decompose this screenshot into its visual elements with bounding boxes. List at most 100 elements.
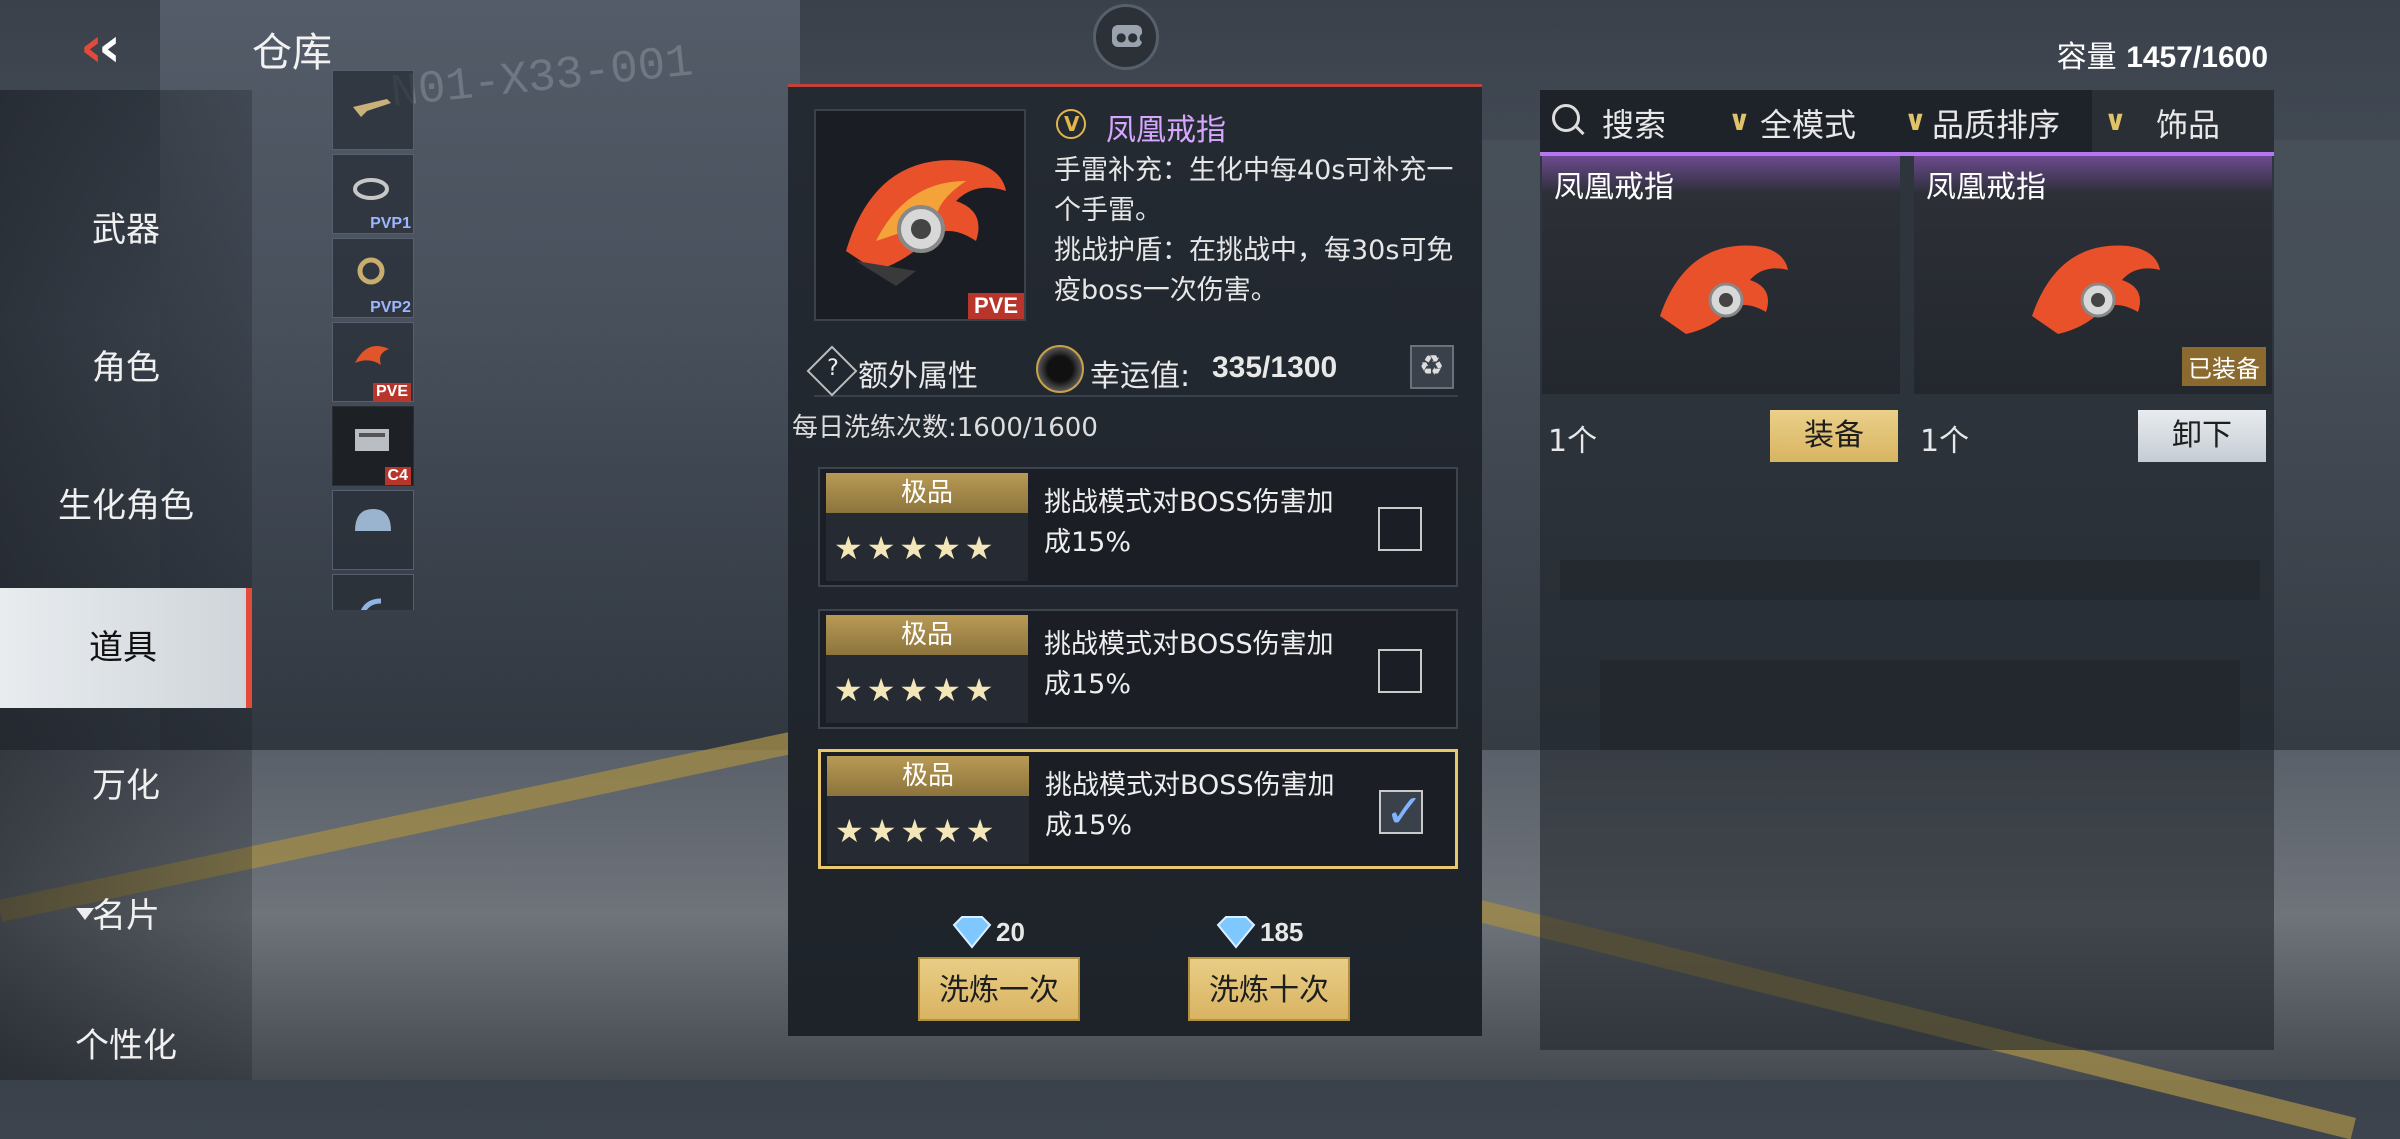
item-thumbnail-strip[interactable]: PVP1 PVP2 PVE C4 (332, 70, 416, 610)
category-personalization[interactable]: 个性化 (0, 986, 252, 1106)
category-menu: 武器 角色 生化角色 道具 万化 名片 个性化 (0, 90, 252, 1080)
attribute-grade: 极品 ★★★★★ (826, 615, 1028, 723)
capacity-label: 容量 (2056, 40, 2117, 75)
search-icon[interactable] (1552, 104, 1580, 132)
item-name: 凤凰戒指 (1106, 113, 1226, 148)
inventory-item-card[interactable]: 凤凰戒指 (1542, 156, 1900, 394)
search-button[interactable]: 搜索 (1602, 100, 1666, 146)
equipped-badge: 已装备 (2182, 347, 2266, 386)
back-chevron-icon: ‹ (98, 15, 122, 80)
thumb-item[interactable]: PVP1 (332, 154, 414, 234)
type-filter[interactable]: ∨ 饰品 (2092, 90, 2274, 152)
luck-value: 335/1300 (1212, 351, 1338, 384)
thumb-item[interactable] (332, 70, 414, 150)
thumb-item[interactable]: PVE (332, 322, 414, 402)
capacity-display: 容量 1457/1600 (2057, 32, 2268, 76)
thumb-item[interactable] (332, 574, 414, 610)
inventory-item-card-equipped[interactable]: 凤凰戒指 已装备 (1914, 156, 2272, 394)
category-items[interactable]: 道具 (0, 588, 252, 708)
item-icon (360, 598, 382, 610)
category-weapons[interactable]: 武器 (0, 170, 252, 290)
vip-rank-icon: V (1056, 109, 1086, 139)
thumb-tag: PVE (372, 383, 411, 401)
thumb-tag: PVP2 (370, 299, 411, 316)
type-filter-label: 饰品 (2156, 106, 2221, 144)
item-detail-panel: PVE V 凤凰戒指 手雷补充：生化中每40s可补充一个手雷。 挑战护盾：在挑战… (788, 84, 1482, 1036)
wash-ten-cost: 185 (1260, 917, 1304, 947)
grade-stars: ★★★★★ (835, 812, 999, 850)
item-desc-line: 手雷补充：生化中每40s可补充一个手雷。 (1054, 155, 1454, 226)
recycle-button[interactable]: ♻ (1410, 345, 1454, 389)
item-image: PVE (814, 109, 1026, 321)
attribute-row[interactable]: 极品 ★★★★★ 挑战模式对BOSS伤害加成15% (818, 609, 1458, 729)
gun-icon (353, 99, 391, 117)
luck-label: 幸运值: (1090, 359, 1191, 394)
inventory-filter-bar: 搜索 ∨ 全模式 ∨ 品质排序 ∨ 饰品 (1540, 90, 2274, 156)
item-count: 1个 (1548, 424, 1598, 459)
thumb-tag: C4 (384, 467, 411, 485)
bracelet-icon (353, 178, 389, 200)
chevron-down-icon: ∨ (1728, 104, 1751, 137)
attribute-row-selected[interactable]: 极品 ★★★★★ 挑战模式对BOSS伤害加成15% ✓ (818, 749, 1458, 869)
thumb-item[interactable]: C4 (332, 406, 414, 486)
category-name-cards[interactable]: 名片 (0, 856, 252, 976)
grade-label: 极品 (826, 615, 1028, 655)
extra-attributes-label: 额外属性 (858, 359, 978, 394)
lock-checkbox[interactable] (1378, 507, 1422, 551)
thumb-item[interactable]: PVP2 (332, 238, 414, 318)
diamond-icon (952, 916, 992, 949)
attribute-grade: 极品 ★★★★★ (826, 473, 1028, 581)
wash-once-button[interactable]: 洗炼一次 (918, 957, 1080, 1021)
thumb-item[interactable] (332, 490, 414, 570)
help-icon[interactable]: ? (806, 345, 858, 397)
diamond-icon (1216, 916, 1256, 949)
attribute-grade: 极品 ★★★★★ (827, 756, 1029, 864)
bg-structure (160, 0, 800, 760)
page-title: 仓库 (252, 30, 332, 76)
attribute-row[interactable]: 极品 ★★★★★ 挑战模式对BOSS伤害加成15% (818, 467, 1458, 587)
item-card-name: 凤凰戒指 (1926, 170, 2046, 205)
phoenix-ring-icon (846, 160, 1006, 286)
helmet-icon (355, 509, 391, 531)
grade-label: 极品 (827, 756, 1029, 796)
luck-icon (1036, 345, 1084, 393)
c4-explosive-icon (355, 429, 389, 451)
attribute-text: 挑战模式对BOSS伤害加成15% (1045, 770, 1335, 841)
sort-filter[interactable]: 品质排序 (1932, 100, 2060, 146)
category-wanhua[interactable]: 万化 (0, 726, 252, 846)
unequip-button[interactable]: 卸下 (2138, 410, 2266, 462)
chevron-down-icon: ∨ (1904, 104, 1927, 137)
mode-filter[interactable]: 全模式 (1760, 100, 1856, 146)
ring-icon (357, 257, 385, 285)
phoenix-ring-icon (1660, 245, 1788, 334)
pve-badge: PVE (967, 293, 1024, 319)
grade-label: 极品 (826, 473, 1028, 513)
wash-once-cost: 20 (996, 917, 1025, 947)
chat-dots-icon: ●●● (1116, 30, 1151, 44)
attribute-text: 挑战模式对BOSS伤害加成15% (1044, 629, 1334, 700)
inventory-panel: 搜索 ∨ 全模式 ∨ 品质排序 ∨ 饰品 凤凰戒指 凤凰戒指 已装备 1个 装备… (1540, 90, 2274, 1050)
daily-refine-count: 每日洗练次数:1600/1600 (792, 413, 1098, 443)
item-desc-line: 挑战护盾：在挑战中，每30s可免疫boss一次伤害。 (1054, 235, 1454, 306)
grade-stars: ★★★★★ (834, 671, 998, 709)
category-characters[interactable]: 角色 (0, 308, 252, 428)
capacity-value: 1457/1600 (2126, 41, 2268, 74)
item-card-name: 凤凰戒指 (1554, 170, 1674, 205)
chevron-down-icon: ∨ (2104, 104, 2127, 137)
phoenix-ring-icon (2032, 245, 2160, 334)
lock-checkbox[interactable] (1378, 649, 1422, 693)
grade-stars: ★★★★★ (834, 529, 998, 567)
category-zombie-characters[interactable]: 生化角色 (0, 446, 252, 566)
back-button[interactable]: ‹ ‹ (80, 20, 140, 76)
chat-button[interactable]: ●●● (1093, 4, 1159, 70)
equip-button[interactable]: 装备 (1770, 410, 1898, 462)
item-count: 1个 (1920, 424, 1970, 459)
checkmark-icon: ✓ (1385, 784, 1424, 838)
thumb-tag: PVP1 (370, 215, 411, 232)
wash-ten-button[interactable]: 洗炼十次 (1188, 957, 1350, 1021)
lock-checkbox-checked[interactable]: ✓ (1379, 784, 1424, 838)
phoenix-ring-icon (355, 346, 389, 365)
attribute-text: 挑战模式对BOSS伤害加成15% (1044, 487, 1334, 558)
extra-attributes-row: ? 额外属性 幸运值: 335/1300 ♻ (806, 345, 1458, 397)
recycle-icon: ♻ (1419, 349, 1445, 382)
